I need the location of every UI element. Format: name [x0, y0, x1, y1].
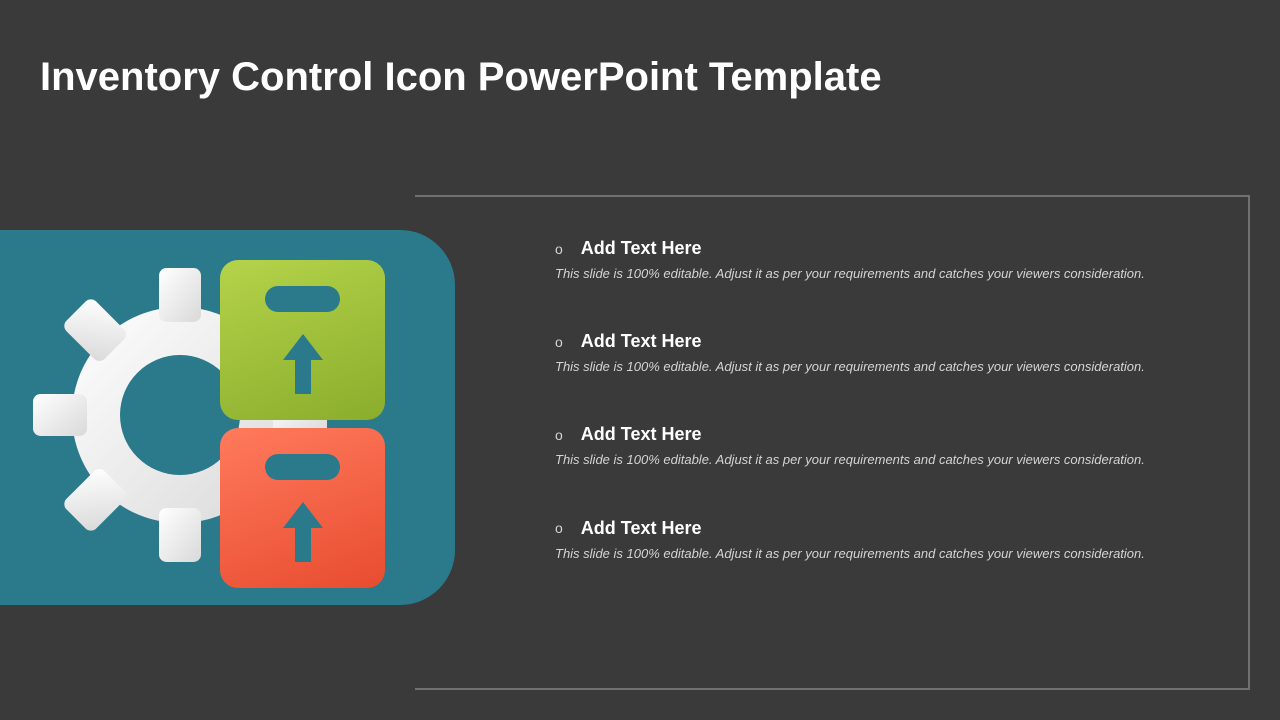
bullet-marker-icon: o: [555, 520, 563, 536]
bullet-description: This slide is 100% editable. Adjust it a…: [555, 265, 1145, 283]
bullet-list: o Add Text Here This slide is 100% edita…: [555, 238, 1195, 611]
bullet-marker-icon: o: [555, 241, 563, 257]
bullet-item: o Add Text Here This slide is 100% edita…: [555, 518, 1195, 563]
icon-panel: [0, 230, 455, 605]
arrow-up-icon: [283, 502, 323, 562]
bullet-heading: Add Text Here: [581, 331, 702, 352]
bullet-description: This slide is 100% editable. Adjust it a…: [555, 451, 1145, 469]
box-slot-icon: [265, 286, 340, 312]
storage-box-green: [220, 260, 385, 420]
storage-box-red: [220, 428, 385, 588]
bullet-item: o Add Text Here This slide is 100% edita…: [555, 331, 1195, 376]
box-slot-icon: [265, 454, 340, 480]
arrow-up-icon: [283, 334, 323, 394]
bullet-item: o Add Text Here This slide is 100% edita…: [555, 424, 1195, 469]
bullet-heading: Add Text Here: [581, 518, 702, 539]
bullet-description: This slide is 100% editable. Adjust it a…: [555, 358, 1145, 376]
storage-boxes: [220, 260, 385, 588]
bullet-heading: Add Text Here: [581, 424, 702, 445]
bullet-heading: Add Text Here: [581, 238, 702, 259]
bullet-item: o Add Text Here This slide is 100% edita…: [555, 238, 1195, 283]
bullet-description: This slide is 100% editable. Adjust it a…: [555, 545, 1145, 563]
bullet-marker-icon: o: [555, 427, 563, 443]
slide-title: Inventory Control Icon PowerPoint Templa…: [40, 55, 882, 100]
bullet-marker-icon: o: [555, 334, 563, 350]
